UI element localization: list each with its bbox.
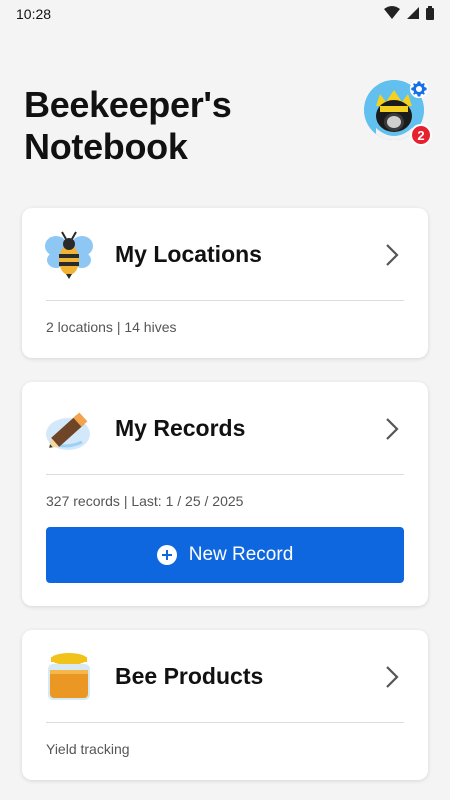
chevron-right-icon <box>386 418 399 440</box>
locations-card-title: My Locations <box>115 241 262 267</box>
locations-card[interactable]: My Locations 2 locations | 14 hives <box>22 208 428 358</box>
gear-icon[interactable] <box>408 78 430 100</box>
title-line-2: Notebook <box>24 126 188 167</box>
products-card-header[interactable]: Bee Products <box>22 630 428 722</box>
profile-button[interactable]: 2 <box>364 78 432 148</box>
page-title: Beekeeper's Notebook <box>24 84 324 168</box>
title-line-1: Beekeeper's <box>24 84 232 125</box>
new-record-button[interactable]: New Record <box>46 527 404 583</box>
products-divider <box>46 722 404 723</box>
locations-divider <box>46 300 404 301</box>
locations-card-header[interactable]: My Locations <box>22 208 428 300</box>
battery-icon <box>426 6 434 20</box>
plus-icon <box>156 545 177 565</box>
chevron-right-icon <box>386 244 399 266</box>
status-icons <box>384 6 434 20</box>
honey-jar-icon <box>48 653 90 700</box>
records-card-title: My Records <box>115 415 246 441</box>
status-bar: 10:28 <box>0 0 450 28</box>
products-summary: Yield tracking <box>46 741 130 757</box>
records-divider <box>46 474 404 475</box>
chevron-right-icon <box>386 666 399 688</box>
signal-icon <box>407 7 419 19</box>
products-card-title: Bee Products <box>115 663 264 689</box>
new-record-label: New Record <box>188 544 294 565</box>
notification-badge: 2 <box>410 124 432 146</box>
records-summary: 327 records | Last: 1 / 25 / 2025 <box>46 493 244 509</box>
bee-icon <box>45 231 93 279</box>
products-card[interactable]: Bee Products Yield tracking <box>22 630 428 780</box>
records-card[interactable]: My Records 327 records | Last: 1 / 25 / … <box>22 382 428 606</box>
wifi-icon <box>384 6 400 19</box>
pencil-icon <box>46 412 90 450</box>
status-time: 10:28 <box>16 6 52 22</box>
locations-summary: 2 locations | 14 hives <box>46 319 177 335</box>
page-header: Beekeeper's Notebook <box>24 84 324 168</box>
records-card-header[interactable]: My Records <box>22 382 428 474</box>
